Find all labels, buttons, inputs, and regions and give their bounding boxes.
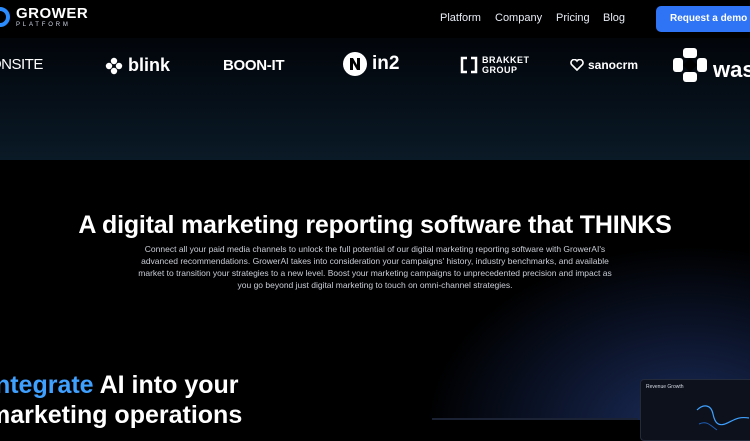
integrate-highlight: Integrate (0, 371, 94, 399)
client-logo-wasl: wasl (671, 46, 750, 84)
client-logo-brakket-group: BRAKKET GROUP (460, 55, 529, 75)
blink-icon (105, 57, 123, 74)
grower-logo-icon (0, 7, 10, 27)
logo-name: GROWER (16, 5, 89, 22)
main-section: A digital marketing reporting software t… (0, 160, 750, 441)
client-logo-boon-it: BOON-IT (223, 57, 285, 74)
nav-platform[interactable]: Platform (440, 12, 481, 24)
request-demo-button[interactable]: Request a demo (656, 6, 750, 32)
client-logo-in2: in2 (342, 51, 399, 77)
logo-subtitle: PLATFORM (16, 22, 71, 28)
brakket-bracket-icon (460, 56, 478, 74)
revenue-growth-card: Revenue Growth (640, 379, 750, 441)
integrate-rest: AI into your (93, 371, 239, 399)
integrate-line2: marketing operations (0, 401, 243, 429)
intro-paragraph: Connect all your paid media channels to … (138, 244, 612, 290)
site-header: GROWER PLATFORM Platform Company Pricing… (0, 0, 750, 38)
client-logo-blink: blink (105, 55, 170, 76)
sanocrm-heart-icon (570, 59, 584, 71)
nav-blog[interactable]: Blog (603, 12, 625, 24)
integrate-ai-heading: Integrate AI into your marketing operati… (0, 370, 242, 430)
nav-company[interactable]: Company (495, 12, 542, 24)
grower-logo[interactable]: GROWER PLATFORM (0, 4, 88, 30)
client-logo-onsite: ONSITE (0, 56, 43, 73)
nav-pricing[interactable]: Pricing (556, 12, 590, 24)
in2-icon (343, 52, 367, 76)
client-logos-strip: ONSITE blink BOON-IT in2 BRAKKET GROUP s… (0, 38, 750, 160)
page-headline: A digital marketing reporting software t… (78, 210, 672, 239)
revenue-growth-line-icon (696, 405, 750, 431)
client-logo-sanocrm: sanocrm (570, 58, 638, 72)
wasl-icon (673, 48, 707, 82)
